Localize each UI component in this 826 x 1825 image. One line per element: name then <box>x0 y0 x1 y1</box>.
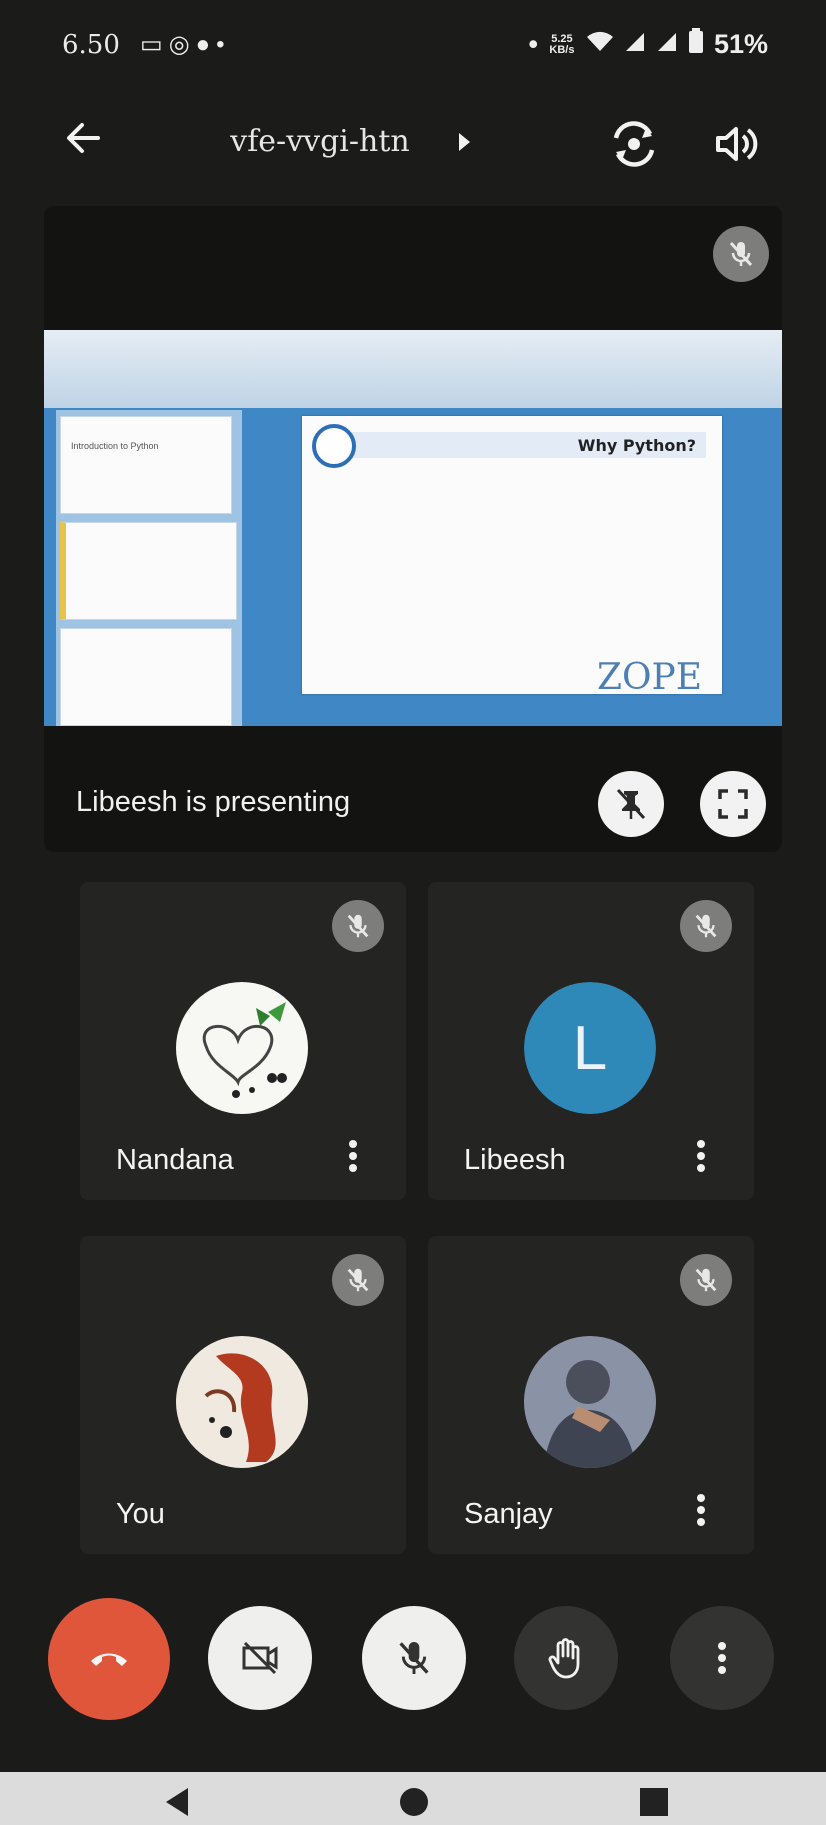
slide-thumbnail: Introduction to Python <box>60 416 232 514</box>
raise-hand-icon <box>548 1638 580 1679</box>
fullscreen-icon <box>718 789 748 819</box>
switch-camera-icon <box>613 121 655 167</box>
status-bar: 6.50 ▭◎●• • 5.25 KB/s 51% <box>0 0 826 90</box>
slide-thumbnail <box>60 522 237 620</box>
participant-options-button[interactable] <box>686 1134 716 1178</box>
chevron-right-icon <box>459 133 470 151</box>
chat-icon: ● <box>195 31 217 58</box>
mic-off-icon <box>713 226 769 282</box>
participant-tile[interactable]: Sanjay <box>428 1236 754 1554</box>
more-options-button[interactable] <box>670 1606 774 1710</box>
participant-name: Libeesh <box>464 1144 566 1176</box>
signal-icon <box>624 29 646 60</box>
wifi-icon <box>586 29 614 60</box>
status-right: • 5.25 KB/s 51% <box>528 28 768 61</box>
net-speed: 5.25 KB/s <box>549 32 575 56</box>
back-arrow-icon <box>67 123 100 153</box>
unpin-button[interactable] <box>598 771 664 837</box>
participant-mute-badge <box>680 1254 732 1306</box>
dot-icon: • <box>216 31 231 58</box>
participant-options-button[interactable] <box>686 1488 716 1532</box>
slide-thumbnail <box>60 628 232 726</box>
camera-toggle-button[interactable] <box>208 1606 312 1710</box>
nav-home-icon[interactable] <box>396 1784 432 1820</box>
current-slide: Why Python? ZOPE <box>302 416 722 698</box>
participant-mute-badge <box>680 900 732 952</box>
battery-icon <box>688 28 704 61</box>
participant-mute-badge <box>332 1254 384 1306</box>
fullscreen-button[interactable] <box>700 771 766 837</box>
battery-percent: 51% <box>713 29 768 59</box>
unpin-icon <box>616 788 646 820</box>
speaker-icon <box>716 127 758 161</box>
speaker-button[interactable] <box>708 116 764 172</box>
mic-off-icon <box>332 1254 384 1306</box>
switch-camera-button[interactable] <box>606 116 662 172</box>
avatar: L <box>524 982 656 1114</box>
participant-name: Nandana <box>116 1144 234 1176</box>
participant-tile[interactable]: L Libeesh <box>428 882 754 1200</box>
slide-brand: ZOPE <box>596 657 702 698</box>
nav-recents-icon[interactable] <box>636 1784 672 1820</box>
avatar-letter: L <box>524 982 656 1114</box>
end-call-icon <box>91 1653 127 1666</box>
raise-hand-button[interactable] <box>514 1606 618 1710</box>
presenter-mute-badge <box>713 226 769 282</box>
mic-toggle-button[interactable] <box>362 1606 466 1710</box>
shared-screen: Introduction to Python Why Python? ZOPE <box>44 330 782 726</box>
end-call-button[interactable] <box>48 1598 170 1720</box>
more-vertical-icon <box>697 1140 705 1172</box>
camera-notification-icon: ▭ <box>140 31 169 58</box>
meeting-code[interactable]: vfe-vvgi-htn <box>190 124 450 159</box>
meeting-details-button[interactable] <box>448 124 480 160</box>
python-logo-icon <box>312 424 356 468</box>
mic-off-icon <box>399 1642 429 1674</box>
dot-icon: • <box>528 29 538 59</box>
participant-options-button[interactable] <box>338 1134 368 1178</box>
mic-off-icon <box>332 900 384 952</box>
participant-mute-badge <box>332 900 384 952</box>
mic-off-icon <box>680 1254 732 1306</box>
participant-name: You <box>116 1498 165 1530</box>
slide-thumbnails: Introduction to Python <box>56 410 242 726</box>
participant-tile[interactable]: Nandana <box>80 882 406 1200</box>
participant-tile[interactable]: You <box>80 1236 406 1554</box>
nav-back-icon[interactable] <box>160 1784 196 1820</box>
thumb-text: Introduction to Python <box>71 441 159 451</box>
system-navigation-bar <box>0 1772 826 1825</box>
avatar <box>524 1336 656 1468</box>
mic-off-icon <box>680 900 732 952</box>
signal-icon <box>656 29 678 60</box>
camera-off-icon <box>242 1641 278 1675</box>
participant-name: Sanjay <box>464 1498 553 1530</box>
back-button[interactable] <box>58 112 110 164</box>
whatsapp-icon: ◎ <box>168 31 196 58</box>
status-time: 6.50 <box>62 30 120 60</box>
presenting-label: Libeesh is presenting <box>76 786 351 818</box>
avatar <box>176 982 308 1114</box>
slide-title: Why Python? <box>577 436 696 455</box>
more-vertical-icon <box>697 1494 705 1526</box>
more-vertical-icon <box>349 1140 357 1172</box>
avatar <box>176 1336 308 1468</box>
more-vertical-icon <box>718 1642 726 1674</box>
notification-icons: ▭◎●• <box>140 30 231 59</box>
presentation-app-toolbar <box>44 330 782 408</box>
